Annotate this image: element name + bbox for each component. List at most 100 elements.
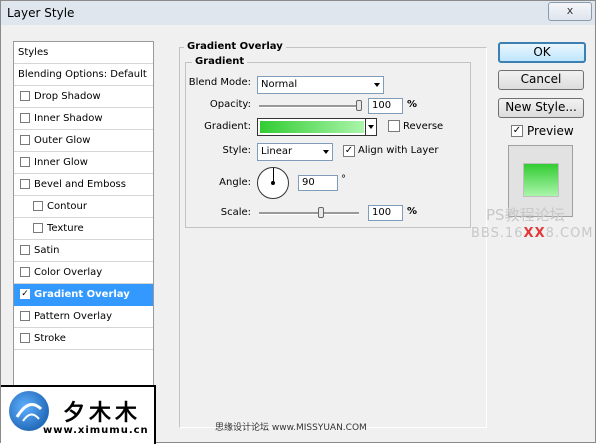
check-icon: ✓ [344,145,354,156]
style-checkbox[interactable] [20,333,30,343]
angle-indicator [273,168,274,182]
scale-label: Scale: [220,207,251,218]
cancel-button[interactable]: Cancel [498,70,584,90]
opacity-value: 100 [372,100,392,111]
brand-badge: 夕木木 www.ximumu.cn [1,385,156,444]
scale-value: 100 [372,207,392,218]
opacity-label: Opacity: [209,99,251,110]
style-item-label: Texture [47,223,84,234]
style-checkbox[interactable] [20,135,30,145]
style-item-label: Satin [34,245,60,256]
scale-slider-thumb[interactable] [318,207,324,218]
scale-slider-track[interactable] [259,212,359,215]
gradient-swatch[interactable] [260,121,364,133]
ok-button[interactable]: OK [498,42,586,63]
style-checkbox[interactable] [20,267,30,277]
styles-panel: Styles Blending Options: Default Drop Shad… [13,41,154,393]
styles-item[interactable]: Styles [14,42,153,64]
preview-label: Preview [527,124,574,138]
watermark-url-suffix: 8.COM [545,226,594,241]
close-icon: x [566,4,574,17]
angle-center-dot [271,181,275,185]
check-icon: ✓ [512,125,522,136]
blend-mode-label: Blend Mode: [188,77,251,88]
blend-mode-value: Normal [261,79,298,90]
align-with-layer-checkbox[interactable]: ✓ [343,145,355,157]
gradient-picker[interactable] [257,118,377,136]
styles-item[interactable]: Color Overlay [14,262,153,284]
style-checkbox[interactable] [20,311,30,321]
style-label: Style: [222,145,252,156]
style-checkbox[interactable] [20,179,30,189]
style-item-label: Bevel and Emboss [34,179,126,190]
scale-unit: % [407,206,418,217]
opacity-unit: % [407,99,418,110]
new-style-button[interactable]: New Style... [498,98,584,118]
chevron-down-icon [374,83,380,87]
opacity-input[interactable]: 100 [368,98,403,114]
gradient-label: Gradient: [204,121,251,132]
styles-item[interactable]: Satin [14,240,153,262]
layer-style-dialog: Layer Style x Styles Blending Options: De… [0,0,596,444]
style-item-label: Outer Glow [34,135,91,146]
footer-credit: 思缘设计论坛 www.MISSYUAN.COM [215,423,367,433]
scale-input[interactable]: 100 [368,205,403,221]
style-select[interactable]: Linear [257,143,333,161]
style-item-label: Gradient Overlay [34,289,130,300]
style-checkbox[interactable] [33,223,43,233]
style-item-label: Color Overlay [34,267,103,278]
preview-checkbox[interactable]: ✓ [511,125,523,137]
style-item-label: Contour [47,201,87,212]
style-checkbox[interactable]: ✓ [20,289,30,299]
chevron-down-icon [323,150,329,154]
style-checkbox[interactable] [20,245,30,255]
styles-item[interactable]: Contour [14,196,153,218]
title-bar: Layer Style x [1,1,595,25]
section-title: Gradient Overlay [184,41,286,52]
styles-item[interactable]: Outer Glow [14,130,153,152]
preview-swatch [523,163,559,197]
styles-item[interactable]: Bevel and Emboss [14,174,153,196]
align-with-layer-label: Align with Layer [358,145,439,156]
style-item-label: Stroke [34,333,66,344]
style-item-label: Inner Glow [34,157,88,168]
style-checkbox[interactable] [20,113,30,123]
gradient-dropdown[interactable] [365,119,376,135]
styles-item[interactable]: Drop Shadow [14,86,153,108]
opacity-slider-track[interactable] [259,105,359,108]
style-item-label: Pattern Overlay [34,311,113,322]
style-checkbox[interactable] [20,91,30,101]
angle-label: Angle: [219,177,251,188]
style-item-label: Styles [18,47,49,58]
styles-item[interactable]: Stroke [14,328,153,350]
watermark-url-prefix: BBS.16 [471,226,524,241]
watermark-url: BBS.16XX8.COM [471,226,594,241]
style-checkbox[interactable] [33,201,43,211]
styles-item[interactable]: Blending Options: Default [14,64,153,86]
styles-item[interactable]: ✓ Gradient Overlay [14,284,153,306]
styles-item[interactable]: Inner Shadow [14,108,153,130]
style-item-label: Inner Shadow [34,113,103,124]
style-checkbox[interactable] [20,157,30,167]
reverse-checkbox[interactable] [388,120,400,132]
brand-url: www.ximumu.cn [43,425,149,436]
group-title: Gradient [192,56,248,67]
reverse-label: Reverse [403,121,444,132]
styles-item[interactable]: Pattern Overlay [14,306,153,328]
angle-dial[interactable] [257,167,289,199]
styles-item[interactable]: Texture [14,218,153,240]
styles-item[interactable]: Inner Glow [14,152,153,174]
opacity-slider-thumb[interactable] [356,100,362,111]
style-value: Linear [261,146,293,157]
style-item-label: Drop Shadow [34,91,101,102]
style-item-label: Blending Options: Default [18,69,147,80]
watermark-url-highlight: XX [523,226,546,241]
blend-mode-select[interactable]: Normal [257,76,384,94]
brand-name: 夕木木 [63,400,142,426]
watermark-forum: PS教程论坛 [486,206,565,224]
window-title: Layer Style [7,6,75,20]
angle-unit: ° [341,174,346,185]
close-button[interactable]: x [548,2,592,21]
chevron-down-icon [368,125,374,129]
angle-input[interactable]: 90 [298,175,338,191]
